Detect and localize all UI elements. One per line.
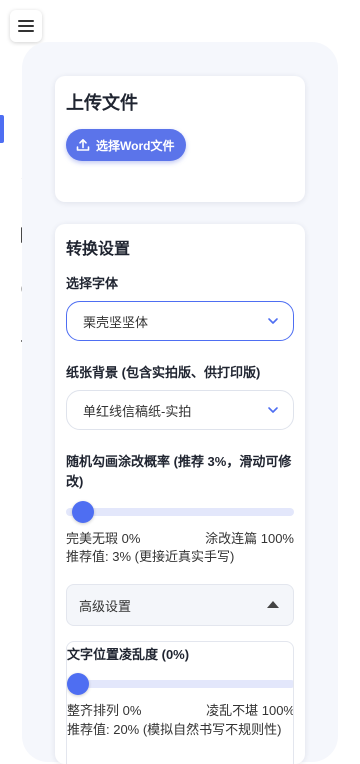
paper-label: 纸张背景 (包含实拍版、供打印版) — [66, 365, 261, 380]
doodle-hint: 推荐值: 3% (更接近真实手写) — [66, 549, 235, 564]
slider-thumb[interactable] — [67, 673, 89, 695]
doodle-range-labels: 完美无瑕 0% 涂改连篇 100% — [66, 528, 294, 547]
chevron-down-icon — [268, 318, 278, 324]
upload-icon — [76, 139, 90, 151]
advanced-settings-toggle[interactable]: 高级设置 — [66, 584, 294, 626]
settings-title: 转换设置 — [66, 241, 131, 258]
menu-button[interactable] — [10, 10, 42, 42]
slider-thumb[interactable] — [72, 501, 95, 523]
upload-title: 上传文件 — [66, 93, 138, 113]
hamburger-icon — [18, 20, 34, 32]
select-word-file-button[interactable]: 选择Word文件 — [66, 129, 187, 161]
select-word-file-label: 选择Word文件 — [96, 138, 175, 153]
advanced-settings-panel: 文字位置凌乱度 (0%) 整齐排列 0% 凌乱不堪 100% 推荐值: 20% … — [66, 641, 294, 764]
chevron-down-icon — [268, 407, 278, 413]
caret-up-icon — [267, 601, 279, 608]
doodle-slider[interactable] — [66, 501, 294, 523]
doodle-max-label: 涂改连篇 100% — [205, 531, 294, 546]
paper-select-value: 单红线信稿纸-实拍 — [83, 403, 192, 419]
doodle-min-label: 完美无瑕 0% — [66, 531, 141, 546]
position-chaos-label: 文字位置凌乱度 (0%) — [67, 647, 190, 662]
settings-card: 转换设置 选择字体 栗壳坚坚体 纸张背景 (包含实拍版、供打印版) 单红线信稿纸… — [55, 224, 305, 764]
position-chaos-slider[interactable] — [67, 673, 293, 695]
doodle-label: 随机勾画涂改概率 (推荐 3%，滑动可修改) — [66, 454, 292, 489]
advanced-settings-label: 高级设置 — [79, 598, 132, 614]
upload-card: 上传文件 选择Word文件 — [55, 76, 305, 202]
position-chaos-max-label: 凌乱不堪 100% — [206, 703, 294, 718]
position-chaos-min-label: 整齐排列 0% — [67, 703, 142, 718]
slider-track — [66, 508, 294, 516]
font-select-value: 栗壳坚坚体 — [83, 314, 149, 330]
paper-select[interactable]: 单红线信稿纸-实拍 — [66, 390, 294, 430]
font-label: 选择字体 — [66, 276, 119, 291]
position-chaos-range-labels: 整齐排列 0% 凌乱不堪 100% — [67, 700, 294, 719]
slider-track — [67, 680, 293, 688]
position-chaos-hint: 推荐值: 20% (模拟自然书写不规则性) — [67, 722, 282, 737]
font-select[interactable]: 栗壳坚坚体 — [66, 301, 294, 341]
